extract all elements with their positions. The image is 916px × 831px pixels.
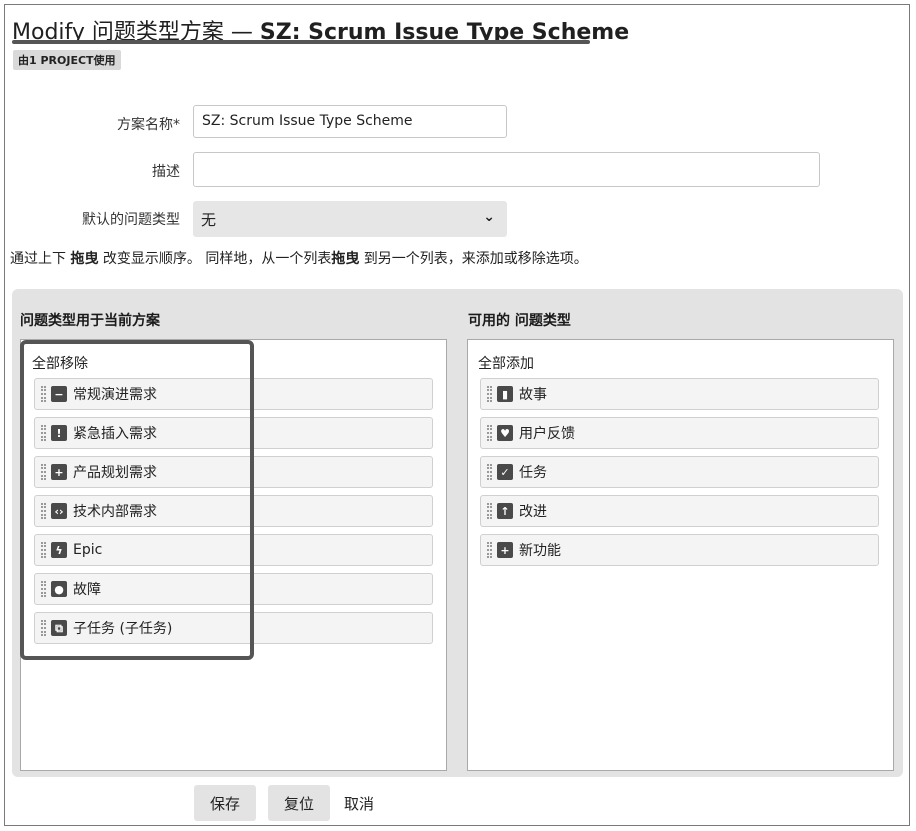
description-label: 描述 bbox=[152, 164, 180, 180]
bookmark-icon: ▮ bbox=[497, 386, 513, 402]
issue-type-item[interactable]: ▮ 故事 bbox=[480, 378, 879, 410]
current-list-title: 问题类型用于当前方案 bbox=[20, 313, 160, 329]
add-all-link[interactable]: 全部添加 bbox=[478, 353, 534, 373]
issue-type-label: 用户反馈 bbox=[519, 426, 575, 442]
default-type-value: 无 bbox=[201, 211, 217, 229]
available-list-title: 可用的 问题类型 bbox=[468, 313, 571, 329]
cancel-button[interactable]: 取消 bbox=[338, 785, 380, 821]
arrow-up-icon: ↑ bbox=[497, 503, 513, 519]
drag-handle-icon[interactable] bbox=[487, 425, 492, 441]
issue-type-item[interactable]: ✓ 任务 bbox=[480, 456, 879, 488]
usage-badge: 由1 PROJECT使用 bbox=[13, 50, 121, 70]
issue-type-label: 故事 bbox=[519, 387, 547, 403]
scheme-name-input[interactable]: SZ: Scrum Issue Type Scheme bbox=[193, 105, 507, 138]
heart-icon: ♥ bbox=[497, 425, 513, 441]
plus-icon: + bbox=[497, 542, 513, 558]
issue-type-label: 新功能 bbox=[519, 543, 561, 559]
drag-handle-icon[interactable] bbox=[487, 386, 492, 402]
drag-handle-icon[interactable] bbox=[487, 464, 492, 480]
chevron-down-icon: ⌄ bbox=[483, 209, 495, 225]
issue-type-label: 任务 bbox=[519, 465, 547, 481]
title-underline bbox=[12, 40, 590, 44]
default-type-label: 默认的问题类型 bbox=[82, 212, 180, 228]
name-label: 方案名称* bbox=[117, 117, 180, 133]
drag-handle-icon[interactable] bbox=[487, 503, 492, 519]
issue-type-item[interactable]: ↑ 改进 bbox=[480, 495, 879, 527]
description-input[interactable] bbox=[193, 152, 820, 187]
issue-type-item[interactable]: + 新功能 bbox=[480, 534, 879, 566]
issue-type-label: 改进 bbox=[519, 504, 547, 520]
default-type-select[interactable]: 无 ⌄ bbox=[193, 201, 507, 237]
drag-hint: 通过上下 拖曳 改变显示顺序。 同样地，从一个列表拖曳 到另一个列表，来添加或移… bbox=[10, 251, 588, 267]
issue-type-item[interactable]: ♥ 用户反馈 bbox=[480, 417, 879, 449]
save-button[interactable]: 保存 bbox=[194, 785, 256, 821]
selection-highlight bbox=[20, 340, 254, 660]
check-icon: ✓ bbox=[497, 464, 513, 480]
reset-button[interactable]: 复位 bbox=[268, 785, 330, 821]
drag-handle-icon[interactable] bbox=[487, 542, 492, 558]
